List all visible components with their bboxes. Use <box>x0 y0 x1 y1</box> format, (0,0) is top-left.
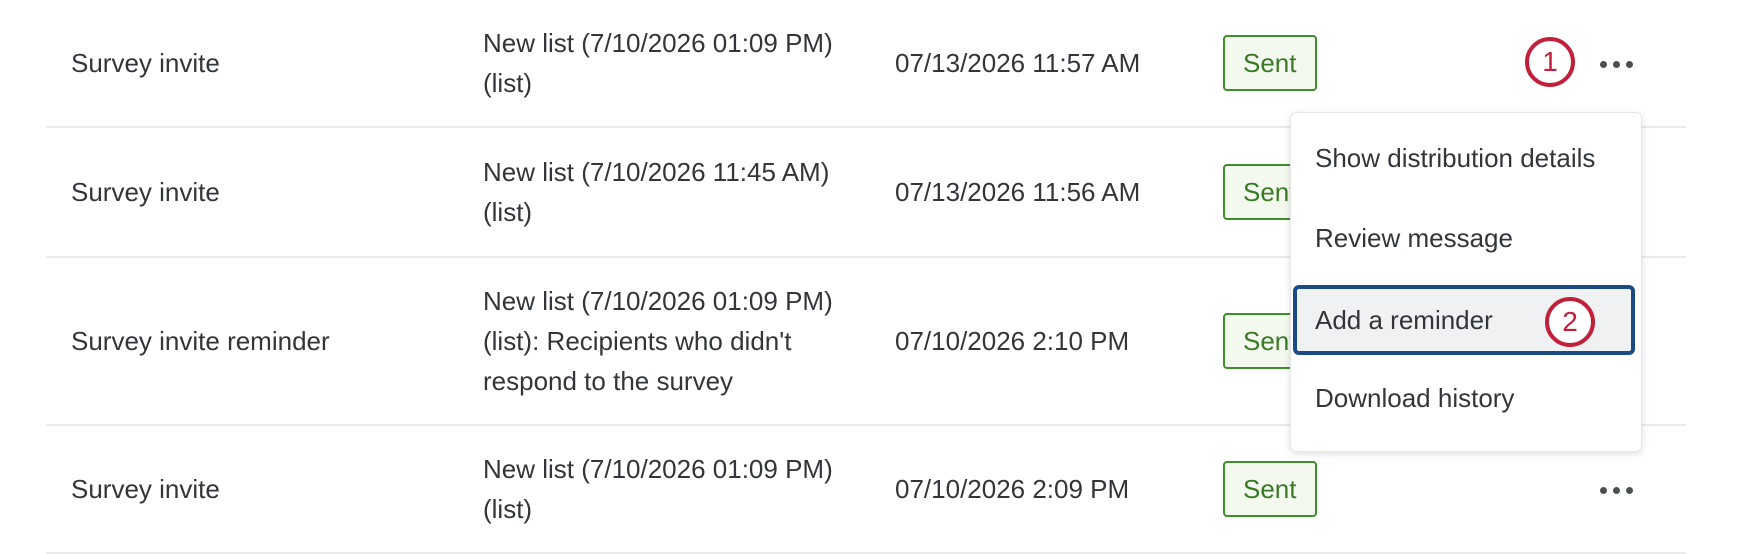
distribution-recipients: New list (7/10/2026 11:45 AM) (list) <box>483 157 830 227</box>
callout-step-1: 1 <box>1525 37 1575 87</box>
distribution-date: 07/13/2026 11:57 AM <box>895 48 1141 78</box>
status-badge: Sent <box>1223 461 1317 517</box>
menu-item-review-message[interactable]: Review message <box>1291 203 1641 273</box>
distribution-type: Survey invite <box>71 474 220 504</box>
distribution-type: Survey invite <box>71 48 220 78</box>
more-options-icon[interactable] <box>1591 480 1641 500</box>
distribution-date: 07/10/2026 2:10 PM <box>895 326 1130 356</box>
distribution-recipients: New list (7/10/2026 01:09 PM) (list): Re… <box>483 286 833 396</box>
more-options-icon[interactable] <box>1591 54 1641 74</box>
menu-item-show-distribution-details[interactable]: Show distribution details <box>1291 123 1641 193</box>
menu-item-label: Add a reminder <box>1315 305 1493 335</box>
actions-dropdown-menu: Show distribution details Review message… <box>1290 112 1642 452</box>
menu-item-label: Review message <box>1315 223 1513 253</box>
table-row: Survey invite New list (7/10/2026 01:09 … <box>46 0 1686 128</box>
distributions-page: Survey invite New list (7/10/2026 01:09 … <box>0 0 1740 554</box>
menu-item-download-history[interactable]: Download history <box>1291 363 1641 433</box>
status-badge: Sent <box>1223 35 1317 91</box>
callout-step-2: 2 <box>1545 297 1595 347</box>
distribution-date: 07/10/2026 2:09 PM <box>895 474 1130 504</box>
distribution-date: 07/13/2026 11:56 AM <box>895 177 1141 207</box>
distribution-type: Survey invite <box>71 177 220 207</box>
distribution-recipients: New list (7/10/2026 01:09 PM) (list) <box>483 454 833 524</box>
distribution-recipients: New list (7/10/2026 01:09 PM) (list) <box>483 28 833 98</box>
menu-item-label: Show distribution details <box>1315 143 1596 173</box>
menu-item-label: Download history <box>1315 383 1515 413</box>
distribution-type: Survey invite reminder <box>71 326 330 356</box>
